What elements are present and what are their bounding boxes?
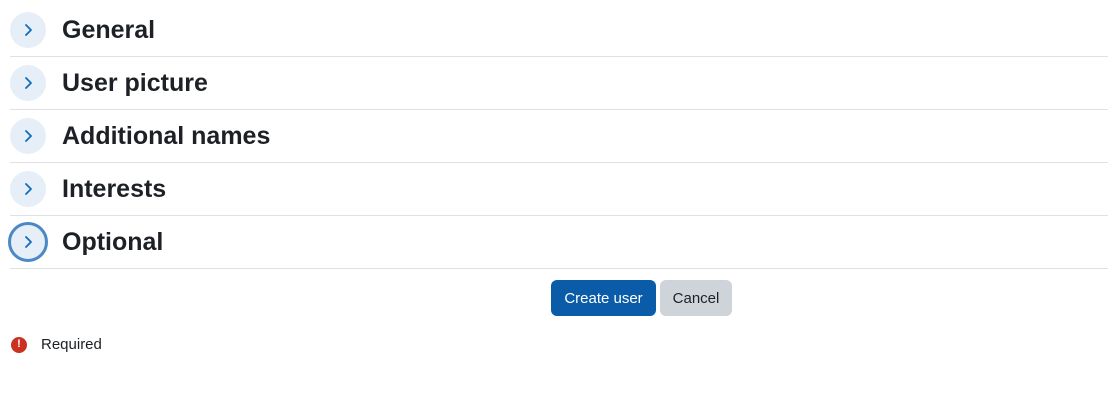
required-legend: ! Required: [11, 336, 102, 353]
chevron-right-icon[interactable]: [10, 171, 46, 207]
section-optional[interactable]: Optional: [8, 216, 1108, 269]
chevron-right-icon[interactable]: [8, 222, 48, 262]
form-sections: General User picture Additional names In…: [8, 4, 1108, 269]
form-buttons: Create user Cancel: [551, 280, 732, 316]
required-label: Required: [41, 336, 102, 353]
exclamation-circle-icon: !: [11, 336, 27, 353]
section-title-user-picture[interactable]: User picture: [62, 70, 208, 96]
section-title-interests[interactable]: Interests: [62, 176, 166, 202]
create-user-button[interactable]: Create user: [551, 280, 656, 316]
chevron-right-icon[interactable]: [10, 118, 46, 154]
section-additional-names[interactable]: Additional names: [10, 110, 1108, 163]
section-title-additional-names[interactable]: Additional names: [62, 123, 270, 149]
section-general[interactable]: General: [10, 4, 1108, 57]
add-user-form: General User picture Additional names In…: [0, 0, 1108, 404]
section-title-optional[interactable]: Optional: [62, 229, 163, 255]
section-user-picture[interactable]: User picture: [10, 57, 1108, 110]
chevron-right-icon[interactable]: [10, 12, 46, 48]
section-title-general[interactable]: General: [62, 17, 155, 43]
cancel-button[interactable]: Cancel: [660, 280, 732, 316]
section-interests[interactable]: Interests: [10, 163, 1108, 216]
chevron-right-icon[interactable]: [10, 65, 46, 101]
